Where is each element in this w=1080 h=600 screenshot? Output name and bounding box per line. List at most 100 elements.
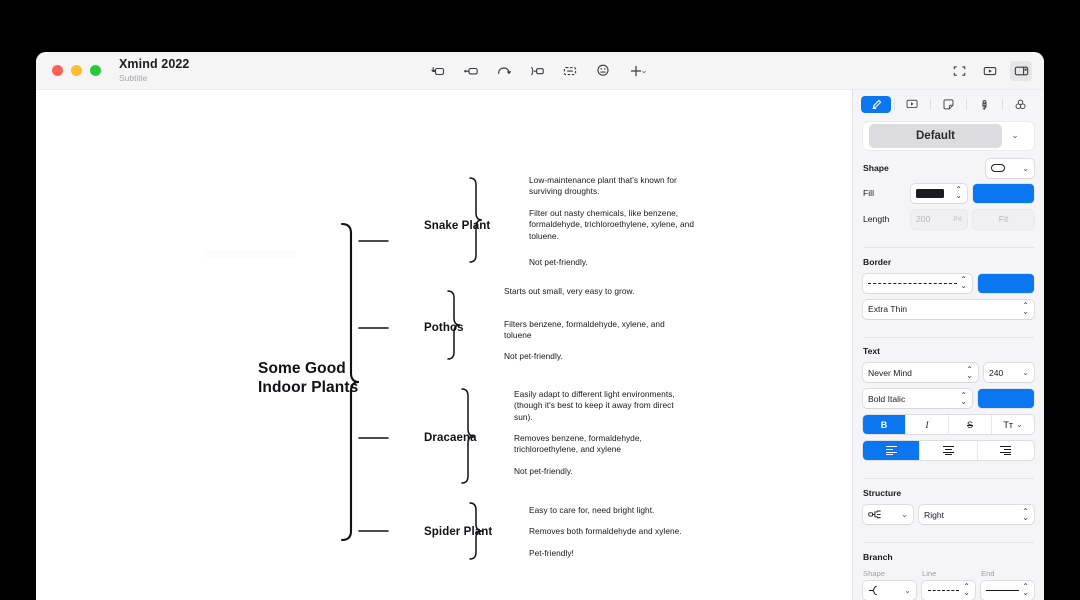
subtopic[interactable]: Filters benzene, formaldehyde, xylene, a…: [504, 319, 684, 342]
fill-color-select[interactable]: ⌃ ⌄: [911, 183, 967, 203]
branch-end-group: End ⌃ ⌄: [981, 569, 1034, 600]
branch-end-select[interactable]: ⌃ ⌄: [981, 580, 1034, 600]
stepper-icon[interactable]: ⌃ ⌄: [1022, 302, 1029, 316]
advanced-tab[interactable]: [1006, 96, 1036, 113]
insert-more-icon[interactable]: ⌄: [625, 61, 653, 81]
brace-icon: [868, 585, 877, 596]
border-weight-value: Extra Thin: [868, 304, 908, 315]
font-size-select[interactable]: 240 ⌄: [984, 363, 1034, 383]
mindmap-canvas[interactable]: Some Good Indoor Plants Snake Plant Low-…: [36, 90, 852, 600]
length-input[interactable]: 200 PX: [911, 209, 967, 229]
insert-topic-icon[interactable]: [427, 61, 449, 81]
subtopic[interactable]: Not pet-friendly.: [529, 257, 701, 268]
toolbar-center: ⌄: [427, 61, 653, 81]
minimize-button[interactable]: [71, 65, 82, 76]
chevron-down-icon: ⌄: [904, 585, 911, 595]
main-topic-dracaena[interactable]: Dracaena: [424, 432, 477, 444]
font-size-value: 240: [989, 367, 1004, 378]
subtopic[interactable]: Filter out nasty chemicals, like benzene…: [529, 208, 701, 242]
stepper-icon[interactable]: ⌃ ⌄: [960, 276, 967, 290]
document-title: Xmind 2022: [119, 57, 190, 72]
central-topic[interactable]: Some Good Indoor Plants: [258, 359, 358, 398]
stepper-icon[interactable]: ⌃ ⌄: [955, 186, 962, 200]
presentation-icon[interactable]: [979, 61, 1001, 81]
main-topic-snake-plant[interactable]: Snake Plant: [424, 220, 490, 232]
align-right-button[interactable]: [978, 441, 1034, 460]
subtopic[interactable]: Starts out small, very easy to grow.: [504, 286, 684, 297]
structure-type-select[interactable]: ⌄: [863, 505, 913, 525]
border-style-select[interactable]: ⌃ ⌄: [863, 273, 972, 293]
subtopic[interactable]: Not pet-friendly.: [514, 466, 686, 477]
shape-style-select[interactable]: ⌄: [986, 158, 1034, 178]
text-case-label: Tᴛ: [1003, 419, 1013, 430]
strikethrough-button[interactable]: S: [949, 415, 992, 435]
stepper-icon[interactable]: ⌃ ⌄: [1022, 583, 1029, 597]
structure-section-title: Structure: [863, 488, 902, 499]
align-left-button[interactable]: [863, 441, 921, 461]
toggle-panel-icon[interactable]: [1010, 60, 1032, 81]
subtopic[interactable]: Not pet-friendly.: [504, 351, 684, 362]
theme-name[interactable]: Default: [869, 123, 1002, 148]
font-style-select[interactable]: Bold Italic ⌃ ⌄: [863, 389, 972, 409]
insert-relationship-icon[interactable]: [526, 61, 548, 81]
align-left-icon: [885, 446, 897, 456]
branch-line-label: Line: [922, 568, 937, 578]
close-button[interactable]: [52, 65, 63, 76]
length-value: 200: [916, 214, 931, 225]
align-center-button[interactable]: [920, 441, 978, 461]
format-panel: Default ⌄ Shape ⌄ Fill ⌃ ⌄ Length 200 PX…: [852, 90, 1044, 600]
branch-shape-select[interactable]: ⌄: [863, 580, 916, 600]
fit-button[interactable]: Fit: [973, 209, 1034, 229]
subtopic[interactable]: Removes both formaldehyde and xylene.: [529, 526, 714, 537]
insert-subtopic-icon[interactable]: [460, 61, 482, 81]
notes-tab[interactable]: [933, 96, 963, 113]
maximize-button[interactable]: [90, 65, 101, 76]
zen-mode-icon[interactable]: [948, 61, 970, 81]
branch-shape-group: Shape ⌄: [863, 569, 916, 600]
subtopic[interactable]: Removes benzene, formaldehyde, trichloro…: [514, 433, 664, 456]
chevron-down-icon[interactable]: ⌄: [1002, 130, 1028, 141]
border-weight-select[interactable]: Extra Thin ⌃ ⌄: [863, 299, 1034, 319]
chevron-down-icon: ⌄: [1015, 420, 1023, 430]
fill-swatch: [916, 188, 944, 198]
document-subtitle: Subtitle: [119, 72, 148, 83]
stepper-icon[interactable]: ⌃ ⌄: [963, 583, 970, 597]
structure-direction-select[interactable]: Right ⌃ ⌄: [919, 505, 1034, 525]
subtopic[interactable]: Easy to care for, need bright light.: [529, 505, 714, 516]
align-right-icon: [1000, 446, 1012, 456]
insert-sticker-icon[interactable]: [592, 61, 614, 81]
main-topic-spider-plant[interactable]: Spider Plant: [424, 526, 492, 538]
stepper-icon[interactable]: ⌃ ⌄: [960, 391, 967, 405]
italic-button[interactable]: I: [906, 415, 949, 435]
insert-boundary-icon[interactable]: [559, 61, 581, 81]
text-color-swatch[interactable]: [978, 389, 1034, 409]
main-topic-pothos[interactable]: Pothos: [424, 322, 464, 334]
stepper-icon[interactable]: ⌃ ⌄: [1022, 507, 1029, 521]
fill-accent-swatch[interactable]: [973, 183, 1034, 203]
rounded-rect-icon: [991, 164, 1005, 173]
branch-controls: Shape ⌄ Line ⌃ ⌄ End ⌃ ⌄: [863, 569, 1034, 600]
fill-label: Fill: [863, 188, 874, 199]
subtopic[interactable]: Low-maintenance plant that's known for s…: [529, 175, 701, 198]
border-color-swatch[interactable]: [978, 273, 1034, 293]
font-family-value: Never Mind: [868, 367, 912, 378]
format-tab[interactable]: [861, 95, 892, 113]
solid-line-icon: [986, 589, 1020, 591]
bold-button[interactable]: B: [863, 415, 906, 435]
branch-line-select[interactable]: ⌃ ⌄: [922, 580, 975, 600]
slide-tab[interactable]: [897, 96, 927, 113]
document-title-block[interactable]: Xmind 2022 Subtitle: [119, 58, 189, 82]
toolbar-right: [948, 60, 1032, 81]
shortcuts-tab[interactable]: [970, 96, 1000, 113]
app-window: Xmind 2022 Subtitle ⌄ Some Good Indoor P…: [36, 52, 1044, 600]
divider: [1002, 98, 1004, 110]
stepper-icon[interactable]: ⌃ ⌄: [966, 365, 973, 379]
divider: [893, 98, 895, 110]
font-family-select[interactable]: Never Mind ⌃ ⌄: [863, 363, 978, 383]
undo-icon[interactable]: [493, 61, 515, 81]
structure-icon: [868, 510, 881, 519]
text-case-button[interactable]: Tᴛ ⌄: [992, 415, 1034, 434]
theme-selector[interactable]: Default ⌄: [863, 122, 1034, 150]
subtopic[interactable]: Easily adapt to different light environm…: [514, 389, 686, 423]
subtopic[interactable]: Pet-friendly!: [529, 548, 714, 559]
